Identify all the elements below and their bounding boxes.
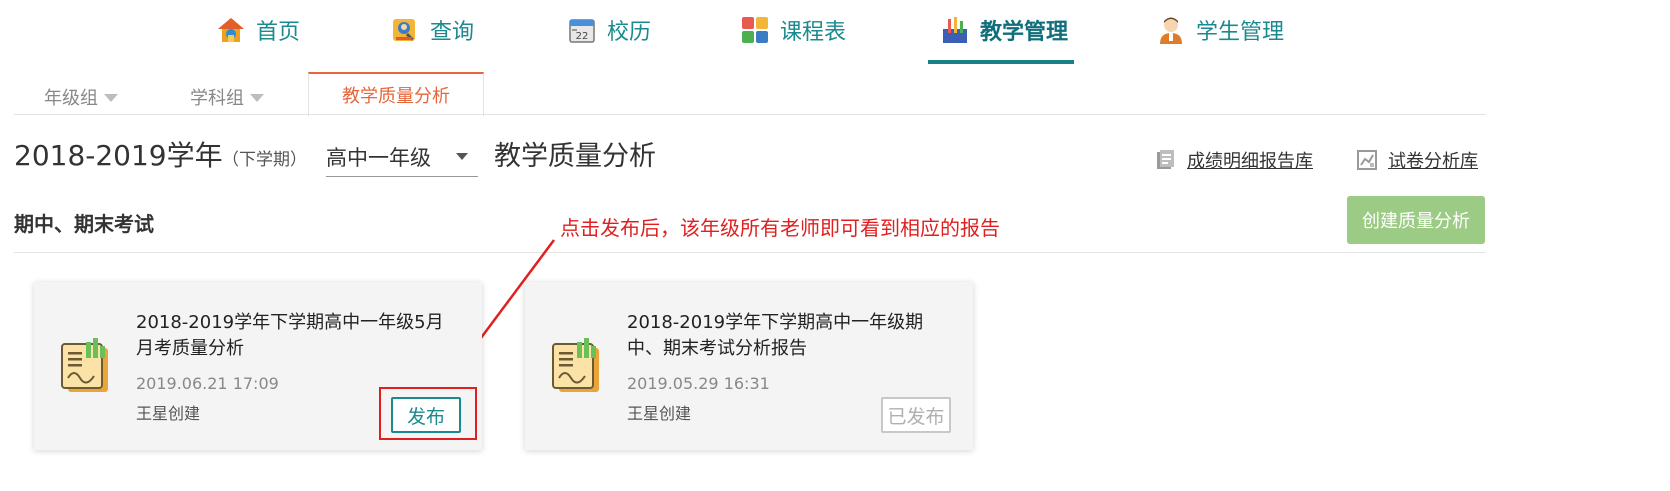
dropdown-triangle-icon	[250, 94, 264, 102]
home-icon	[216, 15, 246, 45]
card-author: 王星创建	[136, 404, 201, 423]
annotation-highlight-box	[379, 387, 477, 440]
nav-label: 教学管理	[980, 20, 1069, 45]
report-doc-icon	[61, 338, 108, 392]
section-divider	[14, 252, 1486, 253]
link-label: 试卷分析库	[1388, 151, 1478, 172]
nav-item-calendar[interactable]: 22 校历	[567, 10, 651, 50]
report-card[interactable]: 2018-2019学年下学期高中一年级期中、期末考试分析报告 2019.05.2…	[525, 282, 973, 450]
score-report-library-link[interactable]: 成绩明细报告库	[1155, 147, 1313, 173]
nav-label: 课程表	[780, 20, 847, 45]
dropdown-triangle-icon	[104, 94, 118, 102]
nav-item-timetable[interactable]: 课程表	[740, 10, 846, 50]
search-person-icon	[390, 15, 420, 45]
term-label: （下学期）	[222, 150, 307, 170]
card-date: 2019.06.21 17:09	[136, 374, 279, 393]
published-button: 已发布	[881, 397, 951, 433]
subtab-label: 学科组	[190, 88, 244, 109]
card-title: 2018-2019学年下学期高中一年级5月月考质量分析	[136, 312, 444, 359]
nav-item-student-management[interactable]: 学生管理	[1156, 10, 1284, 50]
grade-select[interactable]: 高中一年级	[326, 138, 478, 177]
nav-label: 首页	[256, 20, 301, 45]
paper-analysis-icon	[1356, 149, 1380, 171]
grade-select-value: 高中一年级	[326, 146, 431, 170]
report-doc-icon	[552, 338, 599, 392]
create-quality-analysis-button[interactable]: 创建质量分析	[1347, 196, 1485, 244]
nav-label: 查询	[430, 20, 475, 45]
paper-analysis-library-link[interactable]: 试卷分析库	[1356, 147, 1478, 173]
annotation-text: 点击发布后，该年级所有老师即可看到相应的报告	[560, 216, 1000, 240]
nav-label: 校历	[607, 20, 652, 45]
nav-item-home[interactable]: 首页	[216, 10, 300, 50]
svg-text:22: 22	[576, 31, 589, 42]
card-date: 2019.05.29 16:31	[627, 374, 770, 393]
card-author: 王星创建	[627, 404, 692, 423]
calendar-icon: 22	[567, 15, 597, 45]
subtab-subject-group[interactable]: 学科组	[190, 84, 264, 110]
link-label: 成绩明细报告库	[1187, 151, 1313, 172]
nav-item-teaching-management[interactable]: 教学管理	[940, 10, 1068, 50]
nav-active-underline	[928, 60, 1074, 64]
timetable-icon	[740, 15, 770, 45]
page-title: 教学质量分析	[494, 141, 656, 172]
nav-item-query[interactable]: 查询	[390, 10, 474, 50]
subtab-label: 教学质量分析	[342, 86, 450, 107]
report-library-icon	[1155, 149, 1179, 171]
chevron-down-icon	[456, 153, 468, 160]
school-year: 2018-2019学年	[14, 139, 223, 172]
student-icon	[1156, 15, 1186, 45]
subtab-quality-analysis[interactable]: 教学质量分析	[308, 72, 484, 117]
subtab-label: 年级组	[44, 88, 98, 109]
subtabs-divider	[14, 114, 1486, 115]
card-title: 2018-2019学年下学期高中一年级期中、期末考试分析报告	[627, 312, 924, 359]
nav-label: 学生管理	[1196, 20, 1285, 45]
section-title: 期中、期末考试	[14, 212, 154, 236]
subtab-grade-group[interactable]: 年级组	[44, 84, 118, 110]
teaching-icon	[940, 15, 970, 45]
